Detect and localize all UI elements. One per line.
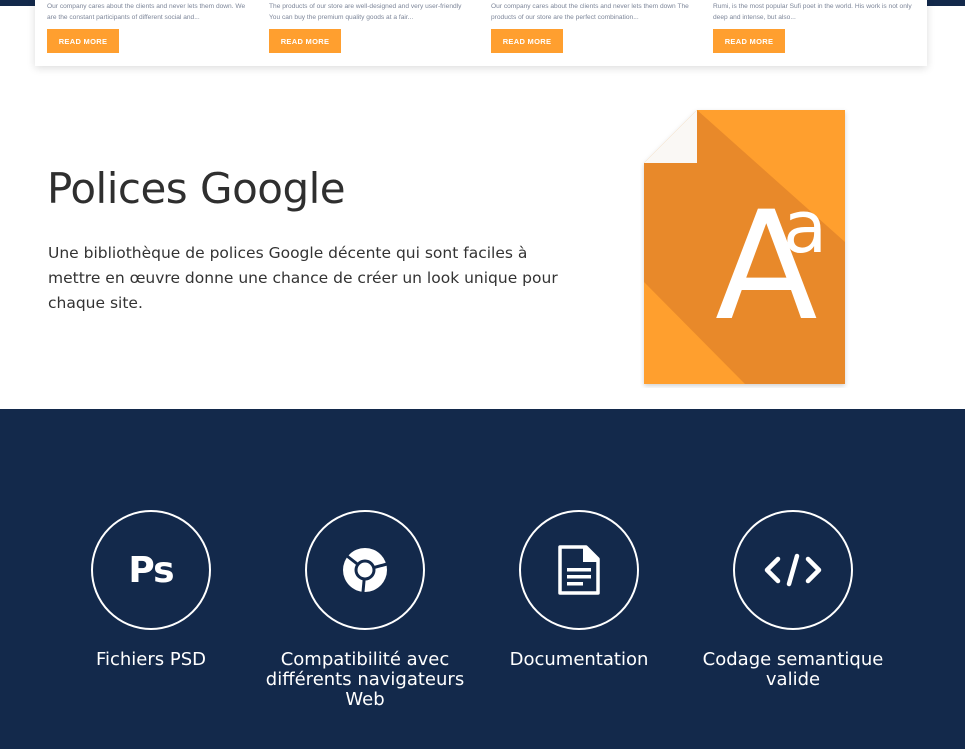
read-more-button[interactable]: READ MORE [491, 29, 563, 53]
feature-item-documentation: Documentation [459, 510, 699, 670]
code-brackets-icon [764, 553, 822, 587]
read-more-button[interactable]: READ MORE [47, 29, 119, 53]
card-2: The products of our store are well-desig… [269, 0, 474, 53]
features-section: Ps Fichiers PSD Compatibilité avec diffé… [0, 409, 965, 749]
feature-item-psd: Ps Fichiers PSD [31, 510, 271, 670]
photoshop-icon-text: Ps [128, 549, 174, 591]
card-excerpt: Our company cares about the clients and … [491, 3, 689, 21]
card-excerpt: Our company cares about the clients and … [47, 3, 246, 21]
font-glyph-sup: a [783, 185, 827, 269]
feature-label: Compatibilité avec différents navigateur… [265, 649, 465, 710]
document-glyph-icon [558, 545, 600, 595]
feature-title: Polices Google [47, 164, 346, 213]
document-icon [519, 510, 639, 630]
chrome-icon [305, 510, 425, 630]
feature-description: Une bibliothèque de polices Google décen… [48, 244, 558, 312]
feature-label: Documentation [509, 649, 649, 670]
card-1: Our company cares about the clients and … [47, 0, 252, 53]
card-4: Rumi, is the most popular Sufi poet in t… [713, 0, 918, 53]
card-3: Our company cares about the clients and … [491, 0, 696, 53]
feature-label: Fichiers PSD [95, 649, 207, 670]
font-document-icon: A a [644, 110, 845, 384]
photoshop-icon: Ps [91, 510, 211, 630]
feature-item-browsers: Compatibilité avec différents navigateur… [245, 510, 485, 710]
cards-panel: Our company cares about the clients and … [35, 0, 927, 66]
card-excerpt: Rumi, is the most popular Sufi poet in t… [713, 3, 912, 21]
feature-label: Codage semantique valide [702, 649, 884, 690]
card-excerpt: The products of our store are well-desig… [269, 3, 462, 21]
feature-item-semantic-code: Codage semantique valide [673, 510, 913, 690]
chrome-logo-icon [343, 548, 388, 593]
read-more-button[interactable]: READ MORE [713, 29, 785, 53]
code-icon [733, 510, 853, 630]
read-more-button[interactable]: READ MORE [269, 29, 341, 53]
